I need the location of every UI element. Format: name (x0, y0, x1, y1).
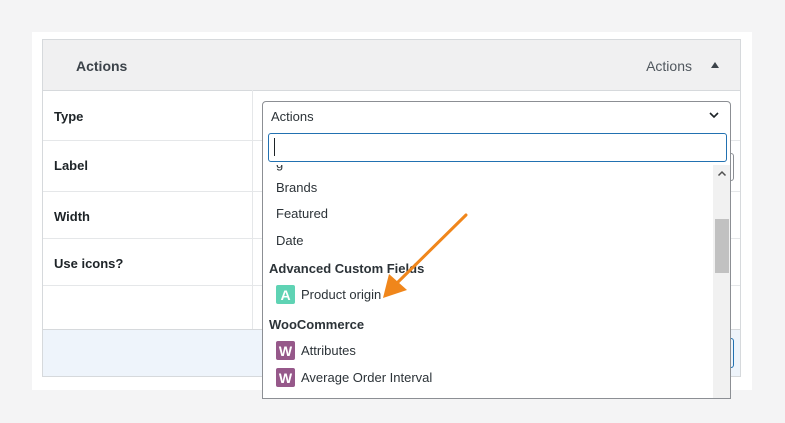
chevron-down-icon (709, 112, 719, 119)
panel-header[interactable]: Actions Actions (43, 40, 740, 91)
option-label: Product origin (301, 287, 382, 302)
option-label: Date (276, 233, 304, 248)
option-brands[interactable]: Brands (276, 180, 317, 195)
text-cursor (274, 138, 275, 156)
option-label: Attributes (301, 343, 356, 358)
type-label: Type (54, 109, 84, 124)
chevron-up-icon (717, 170, 727, 176)
type-select-value: Actions (271, 109, 314, 124)
triangle-up-icon (711, 62, 719, 68)
option-label: Brands (276, 180, 318, 195)
scrollbar-thumb[interactable] (715, 219, 729, 273)
group-advanced-custom-fields: Advanced Custom Fields (269, 261, 425, 276)
woocommerce-icon: W (276, 368, 295, 387)
clipped-option: g (276, 165, 283, 171)
option-attributes[interactable]: W Attributes (276, 341, 356, 360)
dropdown-scrollbar[interactable] (713, 165, 730, 398)
label-label: Label (54, 158, 88, 173)
width-label: Width (54, 209, 90, 224)
scroll-up-button[interactable] (713, 165, 730, 181)
option-product-origin[interactable]: A Product origin (276, 285, 381, 304)
woocommerce-icon: W (276, 341, 295, 360)
dropdown-options: g Brands Featured Date Advanced Custom F… (263, 165, 713, 398)
type-select[interactable]: Actions (262, 101, 731, 130)
type-dropdown: g Brands Featured Date Advanced Custom F… (262, 129, 731, 399)
collapse-toggle-button[interactable] (706, 56, 724, 74)
option-featured[interactable]: Featured (276, 206, 328, 221)
acf-icon: A (276, 285, 295, 304)
use-icons-label: Use icons? (54, 256, 124, 271)
panel-header-type: Actions (646, 58, 692, 74)
option-label: Featured (276, 206, 329, 221)
dropdown-search-input[interactable] (268, 133, 727, 162)
panel-title: Actions (76, 58, 128, 74)
column-divider (252, 90, 253, 332)
option-label: Average Order Interval (301, 370, 433, 385)
option-date[interactable]: Date (276, 233, 303, 248)
option-average-order-interval[interactable]: W Average Order Interval (276, 368, 432, 387)
group-woocommerce: WooCommerce (269, 317, 365, 332)
